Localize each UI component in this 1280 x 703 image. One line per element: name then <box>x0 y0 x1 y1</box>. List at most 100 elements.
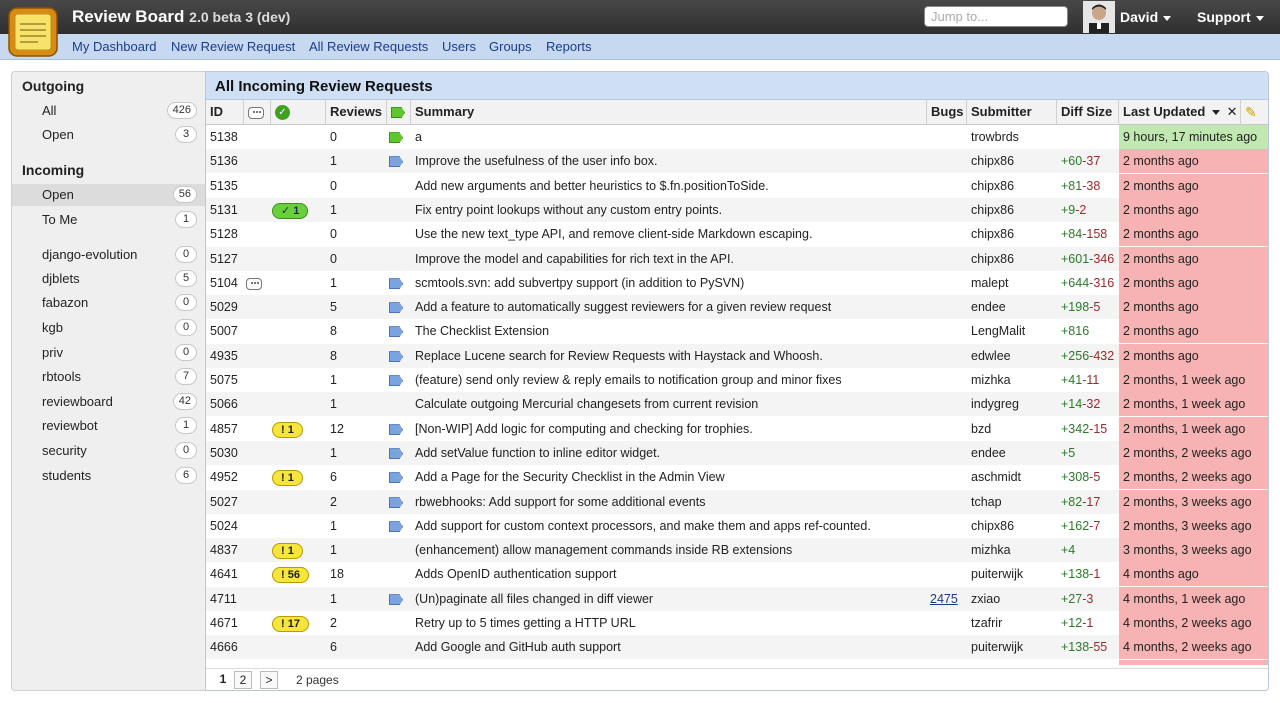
submitter[interactable]: rajasaur <box>971 660 1057 665</box>
request-id[interactable]: 5027 <box>210 490 246 514</box>
request-id[interactable]: 5135 <box>210 174 246 198</box>
request-summary[interactable]: Fix entry point lookups without any cust… <box>415 198 925 222</box>
submitter[interactable]: endee <box>971 441 1057 465</box>
sidebar-item-group[interactable]: djblets 5 <box>12 268 206 290</box>
table-row[interactable]: 5138 0 a trowbrds 9 hours, 17 minutes ago <box>206 125 1268 149</box>
request-summary[interactable]: Make Djblets Extension Template Loader U… <box>415 660 925 665</box>
request-summary[interactable]: Adds OpenID authentication support <box>415 562 925 586</box>
request-id[interactable]: 5029 <box>210 295 246 319</box>
sidebar-item-group[interactable]: reviewbot 1 <box>12 415 206 437</box>
nav-groups[interactable]: Groups <box>489 39 532 54</box>
request-summary[interactable]: Add setValue function to inline editor w… <box>415 441 925 465</box>
sidebar-item-outgoing-open[interactable]: Open 3 <box>12 124 206 146</box>
request-summary[interactable]: Replace Lucene search for Review Request… <box>415 344 925 368</box>
table-row[interactable]: 5135 0 Add new arguments and better heuris… <box>206 174 1268 198</box>
submitter[interactable]: chipx86 <box>971 222 1057 246</box>
request-id[interactable]: 4641 <box>210 562 246 586</box>
request-id[interactable]: 4952 <box>210 465 246 489</box>
request-summary[interactable]: [Non-WIP] Add logic for computing and ch… <box>415 417 925 441</box>
submitter[interactable]: tzafrir <box>971 611 1057 635</box>
table-row[interactable]: 4641 ! 56 18 Adds OpenID authentication sup… <box>206 562 1268 586</box>
avatar[interactable] <box>1083 1 1115 33</box>
table-row[interactable]: 5075 1 (feature) send only review & reply … <box>206 368 1268 392</box>
request-summary[interactable]: (Un)paginate all files changed in diff v… <box>415 587 925 611</box>
submitter[interactable]: chipx86 <box>971 514 1057 538</box>
table-row[interactable]: 5024 1 Add support for custom context proc… <box>206 514 1268 538</box>
request-id[interactable]: 4666 <box>210 635 246 659</box>
sidebar-item-group[interactable]: reviewboard 42 <box>12 391 206 413</box>
table-row[interactable]: 5027 2 rbwebhooks: Add support for some ad… <box>206 490 1268 514</box>
request-id[interactable]: 5131 <box>210 198 246 222</box>
nav-my-dashboard[interactable]: My Dashboard <box>72 39 157 54</box>
column-header-comments[interactable] <box>244 100 271 125</box>
request-id[interactable]: 3907 <box>210 660 246 665</box>
table-row[interactable]: 4711 1 (Un)paginate all files changed in d… <box>206 587 1268 611</box>
submitter[interactable]: chipx86 <box>971 247 1057 271</box>
table-row[interactable]: 4857 ! 1 12 [Non-WIP] Add logic for computi… <box>206 417 1268 441</box>
request-summary[interactable]: Add a feature to automatically suggest r… <box>415 295 925 319</box>
sidebar-item-incoming-open[interactable]: Open 56 <box>12 184 206 206</box>
submitter[interactable]: mizhka <box>971 368 1057 392</box>
remove-sort-icon[interactable]: ✕ <box>1227 104 1238 119</box>
table-row[interactable]: 4666 6 Add Google and GitHub auth support p… <box>206 635 1268 659</box>
request-summary[interactable]: a <box>415 125 925 149</box>
request-id[interactable]: 5128 <box>210 222 246 246</box>
bug-link[interactable]: 2475 <box>930 592 958 606</box>
table-row[interactable]: 4837 ! 1 1 (enhancement) allow management c… <box>206 538 1268 562</box>
request-id[interactable]: 5104 <box>210 271 246 295</box>
submitter[interactable]: chipx86 <box>971 174 1057 198</box>
submitter[interactable]: edwlee <box>971 344 1057 368</box>
sidebar-item-group[interactable]: students 6 <box>12 465 206 487</box>
submitter[interactable]: puiterwijk <box>971 562 1057 586</box>
column-header-summary[interactable]: Summary <box>411 100 927 125</box>
submitter[interactable]: aschmidt <box>971 465 1057 489</box>
table-row[interactable]: 5029 5 Add a feature to automatically sugg… <box>206 295 1268 319</box>
nav-reports[interactable]: Reports <box>546 39 592 54</box>
request-id[interactable]: 5030 <box>210 441 246 465</box>
review-board-logo-icon[interactable] <box>6 4 62 60</box>
request-id[interactable]: 5075 <box>210 368 246 392</box>
submitter[interactable]: chipx86 <box>971 198 1057 222</box>
submitter[interactable]: indygreg <box>971 392 1057 416</box>
column-header-ship-it[interactable]: ✓ <box>271 100 326 125</box>
request-id[interactable]: 5127 <box>210 247 246 271</box>
request-id[interactable]: 4837 <box>210 538 246 562</box>
nav-all-review-requests[interactable]: All Review Requests <box>309 39 428 54</box>
request-summary[interactable]: Calculate outgoing Mercurial changesets … <box>415 392 925 416</box>
submitter[interactable]: malept <box>971 271 1057 295</box>
table-row[interactable]: 5066 1 Calculate outgoing Mercurial change… <box>206 392 1268 416</box>
request-summary[interactable]: Use the new text_type API, and remove cl… <box>415 222 925 246</box>
table-row[interactable]: 4671 ! 17 2 Retry up to 5 times getting a H… <box>206 611 1268 635</box>
submitter[interactable]: bzd <box>971 417 1057 441</box>
table-row[interactable]: 5136 1 Improve the usefulness of the user … <box>206 149 1268 173</box>
request-summary[interactable]: Add a Page for the Security Checklist in… <box>415 465 925 489</box>
table-row[interactable]: 5131 ✓ 1 1 Fix entry point lookups without … <box>206 198 1268 222</box>
submitter[interactable]: tchap <box>971 490 1057 514</box>
support-menu[interactable]: Support <box>1197 9 1264 25</box>
request-id[interactable]: 5066 <box>210 392 246 416</box>
column-header-submitter[interactable]: Submitter <box>967 100 1057 125</box>
request-id[interactable]: 4671 <box>210 611 246 635</box>
request-summary[interactable]: The Checklist Extension <box>415 319 925 343</box>
sidebar-item-group[interactable]: rbtools 7 <box>12 366 206 388</box>
sidebar-item-group[interactable]: priv 0 <box>12 342 206 364</box>
next-page-button[interactable]: > <box>260 671 278 689</box>
table-row[interactable]: 5030 1 Add setValue function to inline edi… <box>206 441 1268 465</box>
page-link-2[interactable]: 2 <box>234 671 252 689</box>
column-header-last-updated[interactable]: Last Updated ✕ <box>1119 100 1241 125</box>
jump-to-input[interactable] <box>924 6 1068 27</box>
table-row[interactable]: 4935 8 Replace Lucene search for Review Re… <box>206 344 1268 368</box>
request-summary[interactable]: rbwebhooks: Add support for some additio… <box>415 490 925 514</box>
sidebar-item-group[interactable]: security 0 <box>12 440 206 462</box>
table-row[interactable]: 5104 1 scmtools.svn: add subvertpy support… <box>206 271 1268 295</box>
column-header-new-updates[interactable] <box>387 100 411 125</box>
column-header-bugs[interactable]: Bugs <box>927 100 967 125</box>
table-row[interactable]: 5007 8 The Checklist Extension LengMalit +81… <box>206 319 1268 343</box>
submitter[interactable]: puiterwijk <box>971 635 1057 659</box>
column-header-id[interactable]: ID <box>206 100 244 125</box>
request-id[interactable]: 4935 <box>210 344 246 368</box>
submitter[interactable]: trowbrds <box>971 125 1057 149</box>
submitter[interactable]: endee <box>971 295 1057 319</box>
request-summary[interactable]: Improve the model and capabilities for r… <box>415 247 925 271</box>
request-summary[interactable]: (enhancement) allow management commands … <box>415 538 925 562</box>
